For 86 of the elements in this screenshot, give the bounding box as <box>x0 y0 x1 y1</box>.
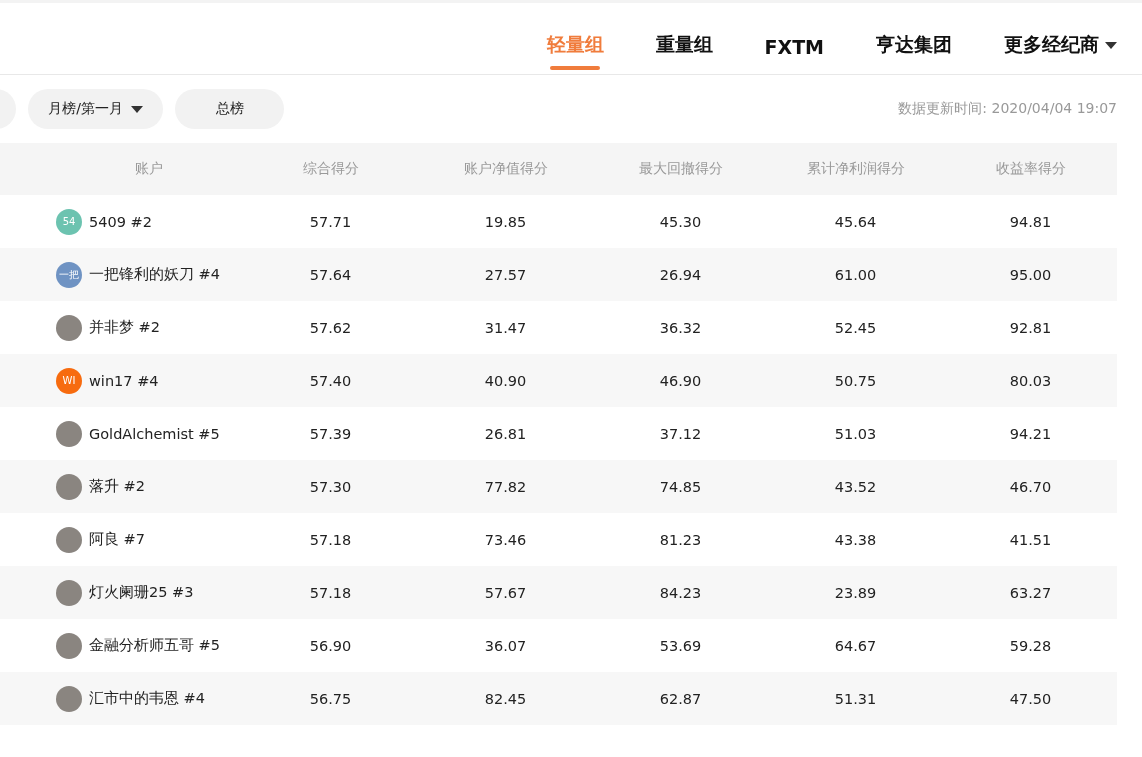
tab[interactable]: FXTM <box>764 36 824 74</box>
dropdown-button[interactable]: 月榜/第一月 <box>28 89 163 129</box>
column-header: 收益率得分 <box>994 160 1067 178</box>
table-cell-text: 46.70 <box>1008 478 1053 495</box>
table-cell-text: 51.03 <box>833 425 878 442</box>
avatar <box>56 420 82 447</box>
active-tab-underline <box>550 66 600 70</box>
account-name: 5409 #2 <box>89 213 152 230</box>
table-cell-text: 56.75 <box>308 690 353 707</box>
column-header: 最大回撤得分 <box>637 160 724 178</box>
table-cell-text: 77.82 <box>483 478 528 495</box>
table-cell-text: 46.90 <box>658 372 703 389</box>
table-cell-text: 23.89 <box>833 584 878 601</box>
table-cell-text: 84.23 <box>658 584 703 601</box>
account-name: win17 #4 <box>89 372 159 389</box>
table-cell-text: 52.45 <box>833 319 878 336</box>
table-cell-text: 73.46 <box>483 531 528 548</box>
avatar: WI <box>56 367 82 394</box>
tab[interactable]: 重量组 <box>655 32 713 74</box>
table-cell-text: 95.00 <box>1008 266 1053 283</box>
avatar: 一把 <box>56 261 82 288</box>
table-cell-text: 47.50 <box>1008 690 1053 707</box>
table-cell-text: 63.27 <box>1008 584 1053 601</box>
column-header: 账户净值得分 <box>462 160 549 178</box>
account-name: GoldAlchemist #5 <box>89 425 220 442</box>
table-cell-text: 51.31 <box>833 690 878 707</box>
table-cell-text: 41.51 <box>1008 531 1053 548</box>
account-name: 一把锋利的妖刀 #4 <box>89 265 220 284</box>
table-cell-text: 43.52 <box>833 478 878 495</box>
table-cell-text: 64.67 <box>833 637 878 654</box>
account-name: 落升 #2 <box>89 477 145 496</box>
table-cell-text: 57.64 <box>308 266 353 283</box>
table-cell-text: 92.81 <box>1008 319 1053 336</box>
table-cell-text: 56.90 <box>308 637 353 654</box>
table-cell-text: 57.67 <box>483 584 528 601</box>
table-cell-text: 37.12 <box>658 425 703 442</box>
column-header: 账户 <box>133 160 164 178</box>
table-cell-text: 26.94 <box>658 266 703 283</box>
table-cell-text: 31.47 <box>483 319 528 336</box>
table-cell-text: 57.18 <box>308 531 353 548</box>
avatar <box>56 632 82 659</box>
avatar <box>56 579 82 606</box>
table-cell-text: 57.62 <box>308 319 353 336</box>
table-cell-text: 81.23 <box>658 531 703 548</box>
table-cell-text: 19.85 <box>483 213 528 230</box>
table-cell-text: 82.45 <box>483 690 528 707</box>
account-name: 并非梦 #2 <box>89 318 160 337</box>
avatar <box>56 685 82 712</box>
table-cell-text: 57.40 <box>308 372 353 389</box>
caret-icon <box>1105 41 1117 49</box>
table-cell-text: 40.90 <box>483 372 528 389</box>
account-name: 汇市中的韦恩 #4 <box>89 689 205 708</box>
table-cell-text: 57.18 <box>308 584 353 601</box>
table-cell-text: 50.75 <box>833 372 878 389</box>
avatar <box>56 526 82 553</box>
table-cell-text: 43.38 <box>833 531 878 548</box>
table-cell-text: 26.81 <box>483 425 528 442</box>
column-header: 综合得分 <box>301 160 360 178</box>
table-cell-text: 80.03 <box>1008 372 1053 389</box>
table-cell-text: 94.21 <box>1008 425 1053 442</box>
column-header: 累计净利润得分 <box>805 160 906 178</box>
tab[interactable]: 亨达集团 <box>876 32 952 74</box>
table-cell-text: 53.69 <box>658 637 703 654</box>
table-cell-text: 57.30 <box>308 478 353 495</box>
table-cell-text: 61.00 <box>833 266 878 283</box>
table-cell-text: 27.57 <box>483 266 528 283</box>
avatar <box>56 314 82 341</box>
avatar <box>56 473 82 500</box>
dropdown-tab[interactable]: 更多经纪商 <box>1004 32 1117 74</box>
avatar: 54 <box>56 208 82 235</box>
table-cell-text: 57.71 <box>308 213 353 230</box>
table-cell-text: 36.07 <box>483 637 528 654</box>
table-cell-text: 45.30 <box>658 213 703 230</box>
table-cell-text: 62.87 <box>658 690 703 707</box>
table-cell-text: 74.85 <box>658 478 703 495</box>
update-time: 数据更新时间: 2020/04/04 19:07 <box>898 100 1117 118</box>
table-cell-text: 57.39 <box>308 425 353 442</box>
filter-button[interactable]: 总榜 <box>175 89 284 129</box>
table-cell-text: 45.64 <box>833 213 878 230</box>
account-name: 阿良 #7 <box>89 530 145 549</box>
table-cell-text: 36.32 <box>658 319 703 336</box>
account-name: 灯火阑珊25 #3 <box>89 583 194 602</box>
table-cell-text: 94.81 <box>1008 213 1053 230</box>
caret-icon <box>130 105 143 113</box>
account-name: 金融分析师五哥 #5 <box>89 636 220 655</box>
table-cell-text: 59.28 <box>1008 637 1053 654</box>
